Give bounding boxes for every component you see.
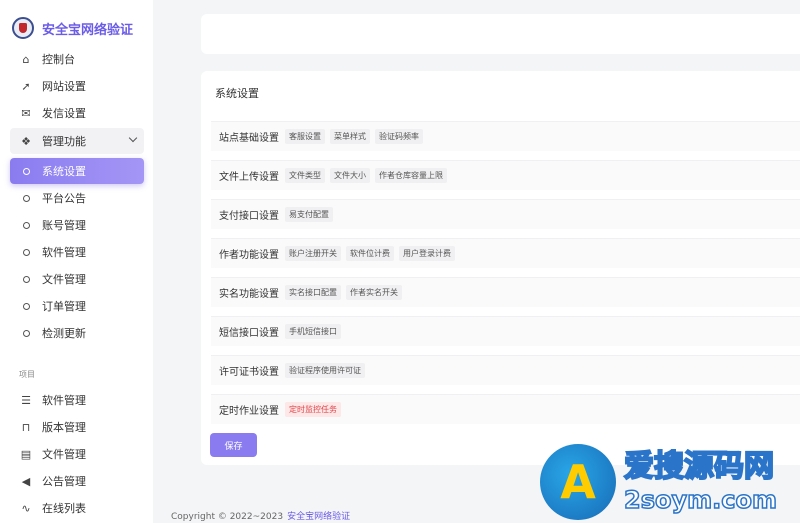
rocket-icon: ➚ <box>21 79 31 93</box>
tag[interactable]: 手机短信接口 <box>285 324 341 339</box>
circle-icon <box>18 273 34 286</box>
brand[interactable]: 安全宝网络验证 <box>12 14 133 42</box>
settings-row-realname[interactable]: 实名功能设置 实名接口配置 作者实名开关 <box>211 277 800 307</box>
sidebar-item-label: 发信设置 <box>42 107 86 120</box>
footer-link[interactable]: 安全宝网络验证 <box>287 512 350 522</box>
section-label-projects: 项目 <box>19 370 35 379</box>
activity-icon: ∿ <box>21 501 31 515</box>
sidebar-item-label: 文件管理 <box>42 448 86 461</box>
sidebar-item-label: 网站设置 <box>42 80 86 93</box>
sidebar: 安全宝网络验证 ⌂ 控制台 ➚ 网站设置 ✉ 发信设置 ❖ 管理功能 系统设置 … <box>0 0 153 523</box>
tag[interactable]: 文件类型 <box>285 168 325 183</box>
tag[interactable]: 易支付配置 <box>285 207 333 222</box>
shield-logo-icon <box>12 17 34 39</box>
row-label: 作者功能设置 <box>219 250 279 261</box>
sidebar-item-label: 管理功能 <box>42 135 86 148</box>
settings-row-file-upload[interactable]: 文件上传设置 文件类型 文件大小 作者仓库容量上限 <box>211 160 800 190</box>
tag[interactable]: 验证码频率 <box>375 129 423 144</box>
circle-icon <box>18 246 34 259</box>
circle-icon <box>18 192 34 205</box>
sidebar-subitem-software[interactable]: 软件管理 <box>10 239 144 265</box>
sidebar-item-dashboard[interactable]: ⌂ 控制台 <box>10 46 144 72</box>
sidebar-item-label: 检测更新 <box>42 327 86 340</box>
sidebar-item-label: 系统设置 <box>42 165 86 178</box>
header-card <box>201 14 800 54</box>
page-title: 系统设置 <box>215 87 259 100</box>
sidebar-subitem-check-update[interactable]: 检测更新 <box>10 320 144 346</box>
sidebar-item-label: 版本管理 <box>42 421 86 434</box>
circle-icon <box>18 219 34 232</box>
tag[interactable]: 作者实名开关 <box>346 285 402 300</box>
footer: Copyright © 2022~2023 安全宝网络验证 <box>171 509 350 522</box>
settings-row-license[interactable]: 许可证书设置 验证程序使用许可证 <box>211 355 800 385</box>
sidebar-item-project-announcements[interactable]: ◀ 公告管理 <box>10 468 144 494</box>
sidebar-subitem-accounts[interactable]: 账号管理 <box>10 212 144 238</box>
row-label: 许可证书设置 <box>219 367 279 378</box>
row-label: 短信接口设置 <box>219 328 279 339</box>
brand-name: 安全宝网络验证 <box>42 22 134 38</box>
sidebar-item-label: 公告管理 <box>42 475 86 488</box>
mail-icon: ✉ <box>21 106 31 120</box>
circle-icon <box>18 300 34 313</box>
sidebar-item-label: 账号管理 <box>42 219 86 232</box>
sidebar-item-project-files[interactable]: ▤ 文件管理 <box>10 441 144 467</box>
watermark-en: 2soym.com <box>623 485 777 515</box>
sidebar-item-label: 软件管理 <box>42 246 86 259</box>
watermark-text: 爱搜源码网 2soym.com <box>623 448 778 515</box>
sidebar-item-project-versions[interactable]: ⊓ 版本管理 <box>10 414 144 440</box>
sidebar-item-site-settings[interactable]: ➚ 网站设置 <box>10 73 144 99</box>
sidebar-subitem-announcements[interactable]: 平台公告 <box>10 185 144 211</box>
apps-icon: ❖ <box>21 134 31 148</box>
circle-icon <box>18 165 34 178</box>
sidebar-item-project-online[interactable]: ∿ 在线列表 <box>10 495 144 521</box>
tag[interactable]: 作者仓库容量上限 <box>375 168 447 183</box>
row-label: 支付接口设置 <box>219 211 279 222</box>
file-icon: ▤ <box>20 447 32 461</box>
circle-icon <box>18 327 34 340</box>
sidebar-subitem-orders[interactable]: 订单管理 <box>10 293 144 319</box>
save-button[interactable]: 保存 <box>210 433 257 457</box>
tag[interactable]: 软件位计费 <box>346 246 394 261</box>
tag[interactable]: 客服设置 <box>285 129 325 144</box>
footer-copyright: Copyright © 2022~2023 <box>171 512 284 522</box>
settings-row-sms[interactable]: 短信接口设置 手机短信接口 <box>211 316 800 346</box>
sidebar-subitem-system-settings[interactable]: 系统设置 <box>10 158 144 184</box>
tag[interactable]: 实名接口配置 <box>285 285 341 300</box>
sidebar-item-label: 在线列表 <box>42 502 86 515</box>
sidebar-item-label: 订单管理 <box>42 300 86 313</box>
row-label: 文件上传设置 <box>219 172 279 183</box>
settings-row-site-basic[interactable]: 站点基础设置 客服设置 菜单样式 验证码频率 <box>211 121 800 151</box>
sidebar-group-admin[interactable]: ❖ 管理功能 <box>10 128 144 154</box>
chevron-down-icon <box>128 133 138 143</box>
sidebar-subitem-files[interactable]: 文件管理 <box>10 266 144 292</box>
sidebar-item-label: 平台公告 <box>42 192 86 205</box>
sidebar-item-mail-settings[interactable]: ✉ 发信设置 <box>10 100 144 126</box>
sidebar-item-project-software[interactable]: ☰ 软件管理 <box>10 387 144 413</box>
row-label: 站点基础设置 <box>219 133 279 144</box>
watermark-cn: 爱搜源码网 <box>623 448 775 485</box>
home-icon: ⌂ <box>22 52 30 66</box>
bookmark-icon: ⊓ <box>21 420 31 434</box>
settings-row-author[interactable]: 作者功能设置 账户注册开关 软件位计费 用户登录计费 <box>211 238 800 268</box>
settings-row-cron[interactable]: 定时作业设置 定时监控任务 <box>211 394 800 424</box>
sidebar-item-label: 控制台 <box>42 53 75 66</box>
watermark: A 爱搜源码网 2soym.com <box>540 440 800 523</box>
tag[interactable]: 验证程序使用许可证 <box>285 363 365 378</box>
tag[interactable]: 文件大小 <box>330 168 370 183</box>
settings-row-payment[interactable]: 支付接口设置 易支付配置 <box>211 199 800 229</box>
system-settings-card: 系统设置 站点基础设置 客服设置 菜单样式 验证码频率 文件上传设置 文件类型 … <box>201 71 800 465</box>
server-icon: ☰ <box>21 393 31 407</box>
tag[interactable]: 账户注册开关 <box>285 246 341 261</box>
row-label: 实名功能设置 <box>219 289 279 300</box>
megaphone-icon: ◀ <box>21 474 31 488</box>
row-label: 定时作业设置 <box>219 406 279 417</box>
tag-danger[interactable]: 定时监控任务 <box>285 402 341 417</box>
sidebar-item-label: 软件管理 <box>42 394 86 407</box>
sidebar-item-label: 文件管理 <box>42 273 86 286</box>
watermark-logo-icon: A <box>540 443 616 520</box>
tag[interactable]: 菜单样式 <box>330 129 370 144</box>
tag[interactable]: 用户登录计费 <box>399 246 455 261</box>
